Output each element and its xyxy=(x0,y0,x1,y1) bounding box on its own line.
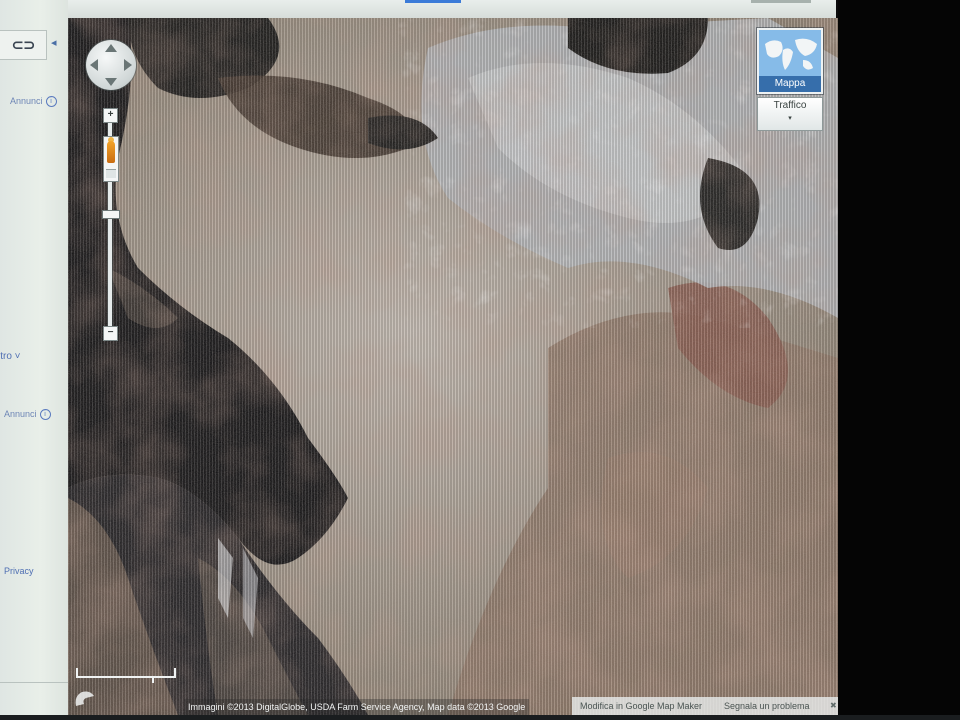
scale-tick xyxy=(152,676,154,683)
pegman-base xyxy=(106,169,116,178)
google-logo-icon[interactable] xyxy=(72,686,100,710)
traffic-label: Traffico xyxy=(773,100,807,111)
ads-label-top: Annunci i xyxy=(10,96,57,108)
report-problem-link[interactable]: Segnala un problema xyxy=(724,697,810,715)
left-side-panel: ⊂⊃ ◂ Annunci i ltro ˅ Annunci i Privacy xyxy=(0,0,68,720)
pan-right-arrow-icon[interactable] xyxy=(124,59,132,71)
top-right-button-edge[interactable] xyxy=(751,0,811,3)
ads-label-bottom: Annunci i xyxy=(4,409,51,421)
ads-label-text: Annunci xyxy=(10,96,43,106)
satellite-imagery xyxy=(68,18,838,715)
scale-bar xyxy=(74,666,176,684)
scale-line xyxy=(76,676,176,678)
active-tab-indicator[interactable] xyxy=(405,0,461,3)
pegman-body xyxy=(107,141,115,163)
map-attribution: Immagini ©2013 DigitalGlobe, USDA Farm S… xyxy=(184,699,530,715)
close-icon[interactable]: ✖ xyxy=(830,697,837,715)
monitor-bezel-bottom xyxy=(0,715,960,720)
pan-down-arrow-icon[interactable] xyxy=(105,78,117,86)
pegman-icon[interactable] xyxy=(103,136,119,182)
link-button[interactable]: ⊂⊃ xyxy=(0,30,47,60)
traffic-dropdown-button[interactable]: Traffico ▾ xyxy=(757,97,823,131)
info-icon[interactable]: i xyxy=(45,96,57,108)
filter-link[interactable]: ltro ˅ xyxy=(0,351,21,362)
map-type-button[interactable]: Mappa xyxy=(757,28,823,94)
ads-label-text: Annunci xyxy=(4,409,37,419)
info-icon[interactable]: i xyxy=(39,409,51,421)
map-type-label: Mappa xyxy=(759,76,821,92)
pan-left-arrow-icon[interactable] xyxy=(90,59,98,71)
zoom-in-button[interactable]: + xyxy=(103,108,118,123)
pan-up-arrow-icon[interactable] xyxy=(105,44,117,52)
monitor-bezel-right xyxy=(838,0,960,720)
chevron-down-icon: ▾ xyxy=(788,115,792,122)
top-toolbar-strip xyxy=(68,0,836,18)
collapse-panel-arrow-icon[interactable]: ◂ xyxy=(51,36,57,49)
scale-tick xyxy=(174,668,176,678)
map-footer-links: Modifica in Google Map Maker Segnala un … xyxy=(572,697,838,715)
privacy-link[interactable]: Privacy xyxy=(4,566,34,576)
divider xyxy=(0,682,68,683)
zoom-out-button[interactable]: − xyxy=(103,326,118,341)
satellite-map-canvas[interactable]: + − Mappa Traffico ▾ Immagini ©2013 Digi… xyxy=(68,18,838,715)
compass-pan-icon[interactable] xyxy=(86,40,136,90)
zoom-slider-thumb[interactable] xyxy=(102,210,120,220)
edit-in-map-maker-link[interactable]: Modifica in Google Map Maker xyxy=(580,697,702,715)
link-chain-icon: ⊂⊃ xyxy=(11,37,35,54)
